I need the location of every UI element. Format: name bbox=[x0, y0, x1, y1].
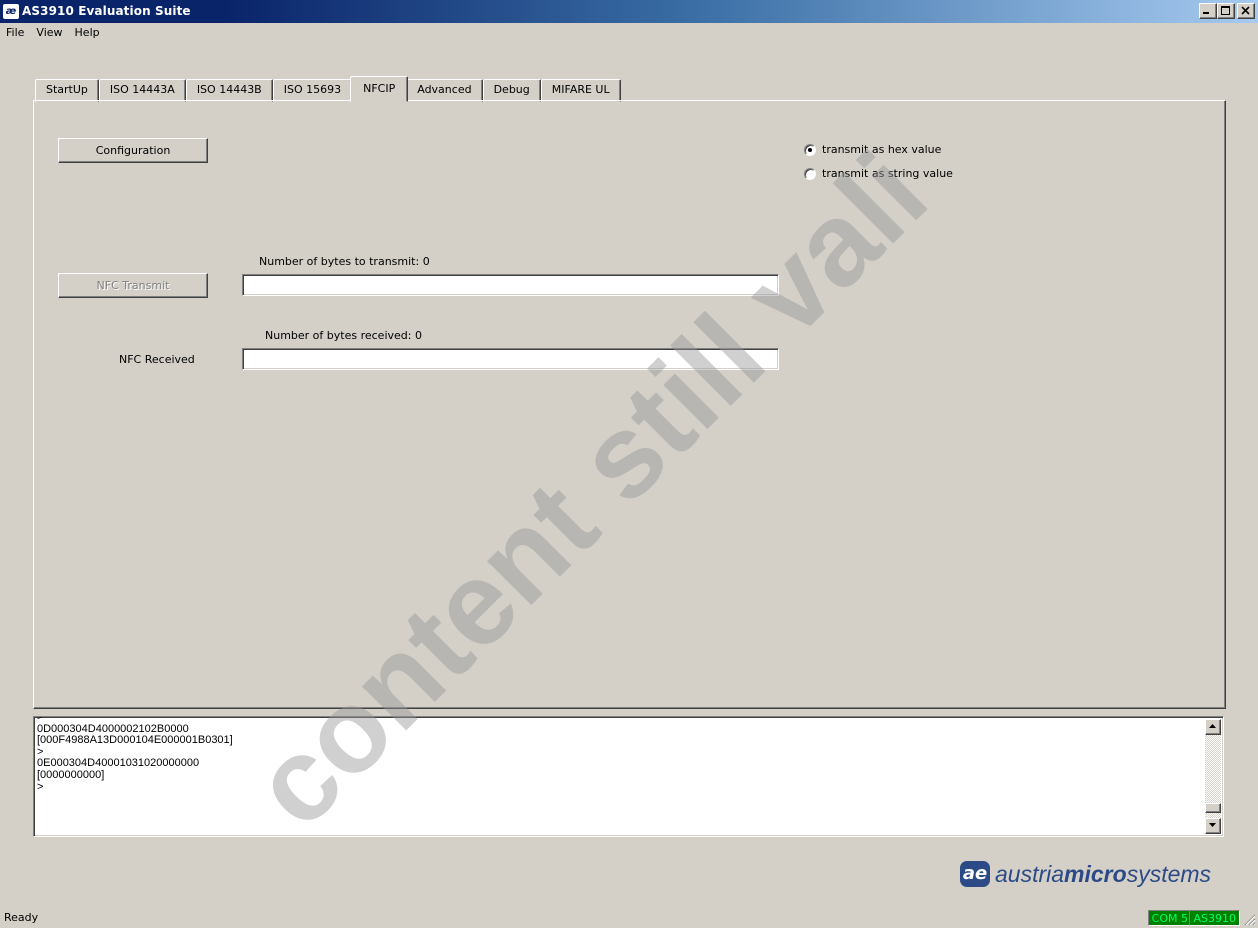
status-text: Ready bbox=[4, 911, 39, 924]
transmit-count-label: Number of bytes to transmit: 0 bbox=[259, 255, 430, 268]
log-lines: > 0D000304D4000002102B0000 [000F4988A13D… bbox=[37, 716, 1201, 793]
log-line: 0E000304D40001031020000000 bbox=[37, 757, 200, 770]
tab-iso-15693[interactable]: ISO 15693 bbox=[272, 79, 353, 102]
scroll-up-button[interactable] bbox=[1205, 719, 1221, 735]
maximize-icon bbox=[1221, 6, 1230, 15]
log-scrollbar[interactable] bbox=[1205, 719, 1221, 834]
status-device: AS3910 bbox=[1189, 910, 1240, 926]
received-data-field[interactable] bbox=[242, 348, 779, 370]
close-icon bbox=[1241, 6, 1250, 15]
tab-strip: StartUp ISO 14443A ISO 14443B ISO 15693 … bbox=[35, 76, 621, 102]
radio-transmit-string[interactable]: transmit as string value bbox=[804, 167, 953, 180]
logo-text-micro: micro bbox=[1064, 860, 1127, 887]
minimize-button[interactable] bbox=[1199, 3, 1217, 19]
menu-view[interactable]: View bbox=[30, 23, 68, 43]
radio-string-indicator[interactable] bbox=[804, 167, 816, 180]
radio-hex-label: transmit as hex value bbox=[822, 143, 942, 156]
company-logo: ae austriamicrosystems bbox=[960, 858, 1211, 890]
window-title: AS3910 Evaluation Suite bbox=[22, 4, 191, 18]
radio-transmit-hex[interactable]: transmit as hex value bbox=[804, 143, 941, 156]
tab-startup[interactable]: StartUp bbox=[35, 79, 99, 102]
tab-mifare-ul[interactable]: MIFARE UL bbox=[540, 79, 621, 102]
configuration-button[interactable]: Configuration bbox=[58, 138, 208, 163]
menu-help[interactable]: Help bbox=[69, 23, 106, 43]
status-com-port: COM 5 bbox=[1147, 910, 1192, 926]
log-line: [0000000000] bbox=[37, 768, 105, 781]
received-count-label: Number of bytes received: 0 bbox=[265, 329, 422, 342]
logo-text-austria: austria bbox=[995, 860, 1065, 887]
arrow-down-icon bbox=[1209, 823, 1216, 827]
minimize-icon bbox=[1203, 12, 1209, 14]
logo-text-systems: systems bbox=[1126, 860, 1212, 887]
tab-nfcip[interactable]: NFCIP bbox=[350, 76, 409, 102]
radio-hex-indicator[interactable] bbox=[804, 143, 816, 156]
logo-text: austriamicrosystems bbox=[995, 861, 1211, 888]
log-line: > bbox=[37, 745, 44, 758]
scroll-thumb[interactable] bbox=[1205, 803, 1221, 813]
maximize-button[interactable] bbox=[1217, 3, 1235, 19]
radio-string-label: transmit as string value bbox=[822, 167, 953, 180]
tab-iso-14443a[interactable]: ISO 14443A bbox=[98, 79, 186, 102]
nfc-received-label: NFC Received bbox=[119, 353, 195, 366]
window-controls bbox=[1199, 3, 1255, 19]
scroll-down-button[interactable] bbox=[1205, 818, 1221, 834]
title-bar[interactable]: æ AS3910 Evaluation Suite bbox=[0, 0, 1258, 23]
logo-mark: ae bbox=[960, 861, 990, 887]
log-line: > bbox=[37, 716, 44, 723]
tab-debug[interactable]: Debug bbox=[482, 79, 541, 102]
status-bar: Ready COM 5 AS3910 bbox=[0, 906, 1258, 928]
app-icon[interactable]: æ bbox=[3, 4, 19, 19]
transmit-data-input[interactable] bbox=[242, 274, 779, 296]
nfc-transmit-button[interactable]: NFC Transmit bbox=[58, 273, 208, 298]
tab-advanced[interactable]: Advanced bbox=[406, 79, 483, 102]
menu-file[interactable]: File bbox=[0, 23, 30, 43]
arrow-up-icon bbox=[1209, 724, 1216, 728]
close-button[interactable] bbox=[1237, 3, 1255, 19]
log-line: > bbox=[37, 780, 44, 793]
tab-iso-14443b[interactable]: ISO 14443B bbox=[185, 79, 273, 102]
resize-grip-icon[interactable] bbox=[1244, 914, 1256, 926]
log-line: [000F4988A13D000104E000001B0301] bbox=[37, 734, 233, 747]
log-console[interactable]: > 0D000304D4000002102B0000 [000F4988A13D… bbox=[33, 716, 1224, 837]
menu-bar: File View Help bbox=[0, 23, 106, 43]
nfcip-panel: Configuration transmit as hex value tran… bbox=[33, 100, 1226, 709]
